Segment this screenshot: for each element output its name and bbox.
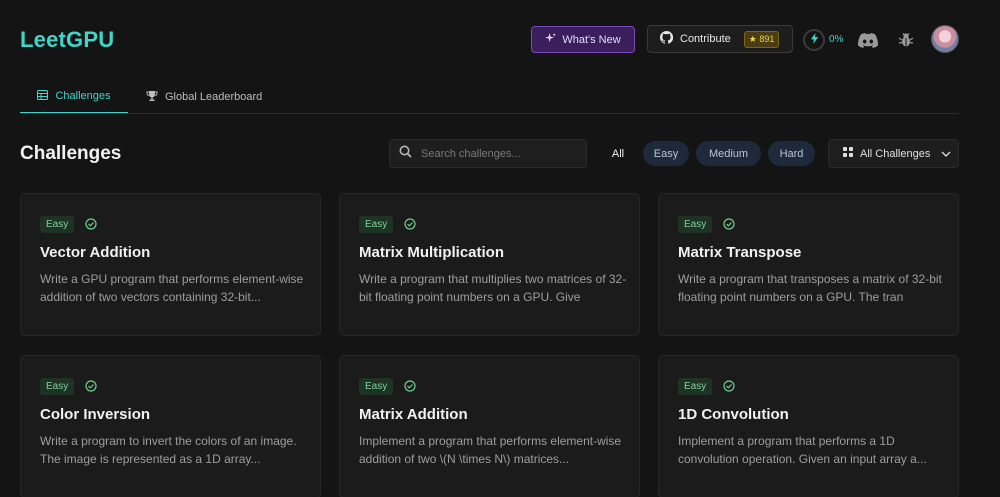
sparkle-icon <box>545 32 557 47</box>
tab-label: Global Leaderboard <box>165 91 263 103</box>
lightning-icon <box>810 33 819 47</box>
card-description: Write a program to invert the colors of … <box>40 434 297 466</box>
avatar[interactable] <box>931 25 959 53</box>
difficulty-badge: Easy <box>678 216 713 233</box>
logo[interactable]: LeetGPU <box>20 27 114 53</box>
card-description: Write a program that multiplies two matr… <box>359 272 627 304</box>
tab-global-leaderboard[interactable]: Global Leaderboard <box>146 80 262 114</box>
check-circle-icon <box>404 379 416 397</box>
check-circle-icon <box>404 217 416 235</box>
tab-label: Challenges <box>55 90 111 102</box>
check-circle-icon <box>723 379 735 397</box>
bug-icon[interactable] <box>895 29 917 51</box>
tab-divider <box>20 113 959 114</box>
challenge-card-vector-addition[interactable]: Easy Vector Addition Write a GPU program… <box>20 193 321 336</box>
challenge-card-1d-convolution[interactable]: Easy 1D Convolution Implement a program … <box>658 355 959 497</box>
filter-medium[interactable]: Medium <box>696 141 761 166</box>
card-title: Matrix Multiplication <box>359 244 505 261</box>
card-title: 1D Convolution <box>678 406 789 423</box>
check-circle-icon <box>85 217 97 235</box>
challenge-card-matrix-multiplication[interactable]: Easy Matrix Multiplication Write a progr… <box>339 193 640 336</box>
contribute-button[interactable]: Contribute ★ 891 <box>647 25 793 53</box>
trophy-icon <box>146 90 158 105</box>
search-icon <box>399 145 412 163</box>
filter-all[interactable]: All <box>602 141 634 166</box>
grid-icon <box>843 147 853 160</box>
tab-challenges[interactable]: Challenges <box>20 80 128 114</box>
card-title: Vector Addition <box>40 244 151 261</box>
whats-new-label: What's New <box>562 33 621 46</box>
challenge-card-matrix-transpose[interactable]: Easy Matrix Transpose Write a program th… <box>658 193 959 336</box>
table-icon <box>37 89 49 103</box>
card-description: Write a program that transposes a matrix… <box>678 272 942 304</box>
difficulty-badge: Easy <box>40 216 75 233</box>
card-title: Color Inversion <box>40 406 151 423</box>
filter-hard[interactable]: Hard <box>768 141 815 166</box>
filter-easy[interactable]: Easy <box>643 141 689 166</box>
chevron-down-icon <box>941 148 951 160</box>
contribute-label: Contribute <box>680 33 731 45</box>
dropdown-label: All Challenges <box>860 147 931 160</box>
whats-new-button[interactable]: What's New <box>531 26 635 53</box>
challenge-card-color-inversion[interactable]: Easy Color Inversion Write a program to … <box>20 355 321 497</box>
card-title: Matrix Addition <box>359 406 468 423</box>
progress-percent: 0% <box>829 34 844 45</box>
check-circle-icon <box>723 217 735 235</box>
card-title: Matrix Transpose <box>678 244 802 261</box>
check-circle-icon <box>85 379 97 397</box>
card-description: Implement a program that performs a 1D c… <box>678 434 927 466</box>
challenge-card-matrix-addition[interactable]: Easy Matrix Addition Implement a program… <box>339 355 640 497</box>
difficulty-badge: Easy <box>678 378 713 395</box>
star-count-badge: ★ 891 <box>743 30 780 48</box>
difficulty-badge: Easy <box>359 378 394 395</box>
difficulty-badge: Easy <box>359 216 394 233</box>
difficulty-badge: Easy <box>40 378 75 395</box>
search-input[interactable] <box>421 147 581 160</box>
card-description: Implement a program that performs elemen… <box>359 434 622 466</box>
challenge-set-dropdown[interactable]: All Challenges <box>828 139 959 168</box>
progress-ring[interactable] <box>803 29 825 51</box>
card-description: Write a GPU program that performs elemen… <box>40 272 304 304</box>
discord-icon[interactable] <box>857 29 879 51</box>
page-title: Challenges <box>20 143 122 164</box>
search-box[interactable] <box>389 139 587 168</box>
github-icon <box>659 30 674 47</box>
